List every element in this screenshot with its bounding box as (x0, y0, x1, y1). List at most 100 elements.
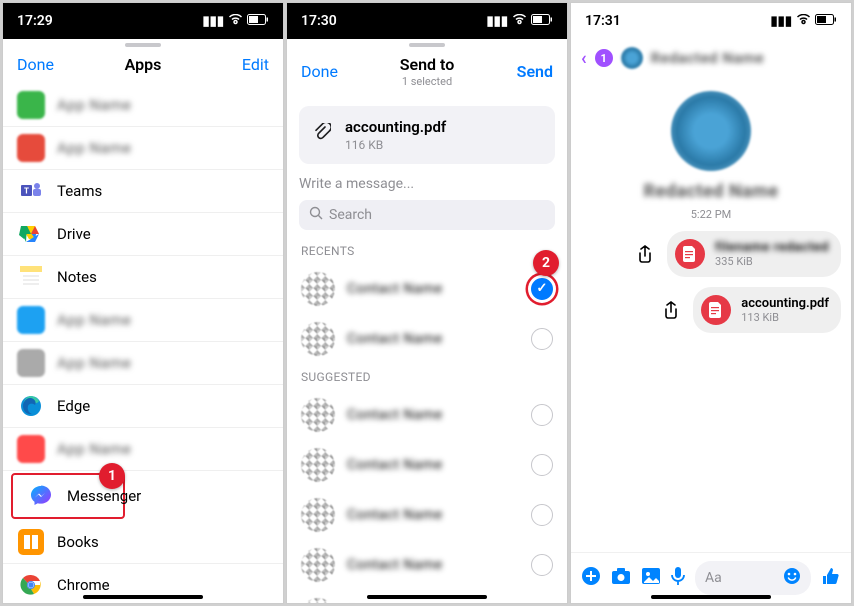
select-radio[interactable] (531, 454, 553, 476)
paperclip-icon (313, 123, 331, 148)
share-sheet-apps-screen: 17:29 ▮▮▮ Done Apps Edit App NameApp Nam… (2, 2, 284, 604)
done-button[interactable]: Done (17, 55, 67, 74)
app-row-redacted[interactable]: App Name (3, 342, 283, 385)
signal-icon: ▮▮▮ (771, 14, 792, 29)
app-icon (17, 306, 45, 334)
contact-name: Contact Name (347, 557, 519, 573)
app-row-redacted[interactable]: App Name (3, 84, 283, 127)
select-radio[interactable] (531, 328, 553, 350)
file-bubble[interactable]: accounting.pdf113 KiB (693, 287, 841, 333)
file-size: 335 KiB (715, 255, 829, 268)
contact-avatar-small[interactable] (621, 47, 643, 69)
share-icon[interactable] (631, 240, 659, 268)
contact-name-large: Redacted Name (644, 181, 779, 202)
select-radio[interactable] (531, 404, 553, 426)
chat-header: ‹ 1 Redacted Name (571, 39, 851, 77)
home-indicator[interactable] (367, 595, 487, 599)
edit-button[interactable]: Edit (219, 55, 269, 74)
app-row-redacted[interactable]: App Name (3, 127, 283, 170)
contact-row[interactable]: Contact Name (287, 390, 567, 440)
status-icons: ▮▮▮ (487, 14, 553, 29)
share-icon[interactable] (657, 296, 685, 324)
app-icon (17, 91, 45, 119)
app-row-books[interactable]: Books (3, 521, 283, 564)
signal-icon: ▮▮▮ (203, 14, 224, 29)
sheet-grabber[interactable] (3, 39, 283, 49)
recipients-list[interactable]: RECENTSContact Name2Contact NameSUGGESTE… (287, 238, 567, 603)
search-field[interactable]: Search (299, 200, 555, 230)
message-row: accounting.pdf113 KiB (581, 287, 841, 333)
drive-icon (17, 220, 45, 248)
app-row-edge[interactable]: Edge (3, 385, 283, 428)
unread-badge: 1 (595, 49, 613, 67)
notes-icon (17, 263, 45, 291)
app-label: App Name (57, 354, 131, 372)
app-label: Notes (57, 268, 97, 286)
contact-row[interactable]: Contact Name (287, 540, 567, 590)
app-row-redacted[interactable]: App Name (3, 299, 283, 342)
contact-name: Contact Name (347, 507, 519, 523)
contact-name: Contact Name (347, 281, 519, 297)
status-time: 17:31 (585, 13, 621, 29)
message-input[interactable]: Aa (695, 561, 811, 595)
message-row: filename redacted335 KiB (581, 231, 841, 277)
contact-row[interactable]: Contact Name (287, 490, 567, 540)
app-row-drive[interactable]: Drive (3, 213, 283, 256)
select-radio[interactable] (531, 554, 553, 576)
chat-body: Redacted Name 5:22 PM filename redacted3… (571, 77, 851, 552)
edge-icon (17, 392, 45, 420)
message-input[interactable]: Write a message... (299, 176, 555, 192)
messenger-icon (27, 482, 55, 510)
home-indicator[interactable] (83, 595, 203, 599)
app-label: Messenger (67, 487, 141, 505)
contact-row[interactable]: Contact Name (287, 440, 567, 490)
app-label: Edge (57, 397, 90, 415)
contact-avatar-large[interactable] (671, 91, 751, 171)
app-label: Teams (57, 182, 102, 200)
select-radio[interactable] (531, 278, 553, 300)
select-radio[interactable] (531, 504, 553, 526)
app-row-redacted[interactable]: App Name (3, 428, 283, 471)
back-button[interactable]: ‹ (581, 48, 587, 69)
app-label: Drive (57, 225, 91, 243)
file-title: accounting.pdf (741, 296, 829, 311)
contact-row[interactable]: Contact Name2 (287, 264, 567, 314)
done-button[interactable]: Done (301, 62, 351, 81)
nav-title: Send to (400, 55, 455, 74)
app-label: App Name (57, 139, 131, 157)
like-icon[interactable] (821, 566, 841, 591)
emoji-icon[interactable] (783, 567, 801, 589)
attachment-filename: accounting.pdf (345, 118, 446, 136)
home-indicator[interactable] (651, 595, 771, 599)
app-row-teams[interactable]: TTeams (3, 170, 283, 213)
app-row-messenger[interactable]: Messenger1 (11, 473, 125, 519)
sheet-grabber[interactable] (287, 39, 567, 49)
section-header: RECENTS (287, 238, 567, 264)
contact-avatar (301, 548, 335, 582)
add-button[interactable] (581, 566, 601, 591)
status-time: 17:29 (17, 13, 53, 29)
search-icon (309, 206, 323, 224)
contact-avatar (301, 598, 335, 603)
nav-subtitle: 1 selected (400, 75, 455, 88)
status-icons: ▮▮▮ (203, 14, 269, 29)
contact-name: Contact Name (347, 407, 519, 423)
search-placeholder: Search (329, 207, 372, 223)
camera-icon[interactable] (611, 567, 631, 590)
chat-timestamp: 5:22 PM (691, 208, 731, 221)
app-icon (17, 435, 45, 463)
contact-avatar (301, 398, 335, 432)
apps-list[interactable]: App Name App Name TTeams Drive Notes App Name… (3, 84, 283, 603)
contact-avatar (301, 272, 335, 306)
gallery-icon[interactable] (641, 567, 661, 590)
file-icon (675, 239, 705, 269)
send-button[interactable]: Send (503, 62, 553, 81)
contact-row[interactable]: Contact Name (287, 314, 567, 364)
mic-icon[interactable] (671, 566, 685, 591)
attachment-filesize: 116 KB (345, 138, 446, 152)
file-bubble[interactable]: filename redacted335 KiB (667, 231, 841, 277)
nav-bar: Done Apps Edit (3, 49, 283, 84)
app-row-notes[interactable]: Notes (3, 256, 283, 299)
nav-bar: Done Send to 1 selected Send (287, 49, 567, 98)
contact-name-header[interactable]: Redacted Name (651, 49, 764, 67)
